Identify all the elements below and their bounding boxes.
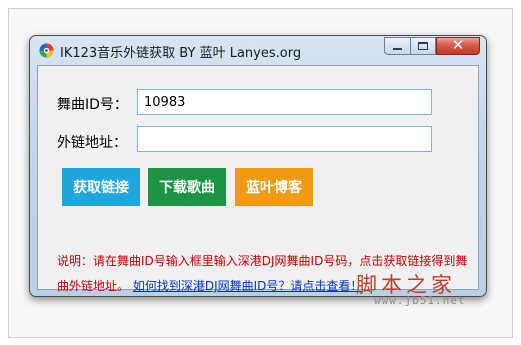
id-label: 舞曲ID号： bbox=[57, 97, 128, 113]
page: IK123音乐外链获取 BY 蓝叶 Lanyes.org ✕ 舞曲ID号： 外链… bbox=[0, 0, 521, 345]
watermark-url: www.jb51.net bbox=[374, 294, 466, 307]
maximize-button[interactable] bbox=[410, 37, 436, 55]
link-label: 外链地址： bbox=[57, 135, 127, 151]
maximize-icon bbox=[418, 42, 428, 50]
close-button[interactable]: ✕ bbox=[436, 36, 480, 55]
app-logo-icon bbox=[39, 43, 54, 58]
minimize-icon bbox=[393, 48, 402, 50]
app-window: IK123音乐外链获取 BY 蓝叶 Lanyes.org ✕ 舞曲ID号： 外链… bbox=[29, 35, 487, 297]
get-link-button[interactable]: 获取链接 bbox=[62, 168, 140, 206]
id-input[interactable] bbox=[137, 89, 432, 115]
client-area: 舞曲ID号： 外链地址： 获取链接 下载歌曲 蓝叶博客 说明：请在舞曲ID号输入… bbox=[37, 65, 479, 293]
title-bar[interactable]: IK123音乐外链获取 BY 蓝叶 Lanyes.org ✕ bbox=[30, 36, 486, 64]
link-input[interactable] bbox=[137, 126, 432, 152]
window-title: IK123音乐外链获取 BY 蓝叶 Lanyes.org bbox=[60, 46, 302, 61]
blog-button[interactable]: 蓝叶博客 bbox=[235, 168, 313, 206]
download-button[interactable]: 下载歌曲 bbox=[148, 168, 226, 206]
close-icon: ✕ bbox=[451, 36, 465, 54]
window-controls: ✕ bbox=[384, 36, 480, 55]
minimize-button[interactable] bbox=[384, 37, 410, 55]
help-link[interactable]: 如何找到深港DJ网舞曲ID号？请点击查看！ bbox=[133, 279, 363, 293]
